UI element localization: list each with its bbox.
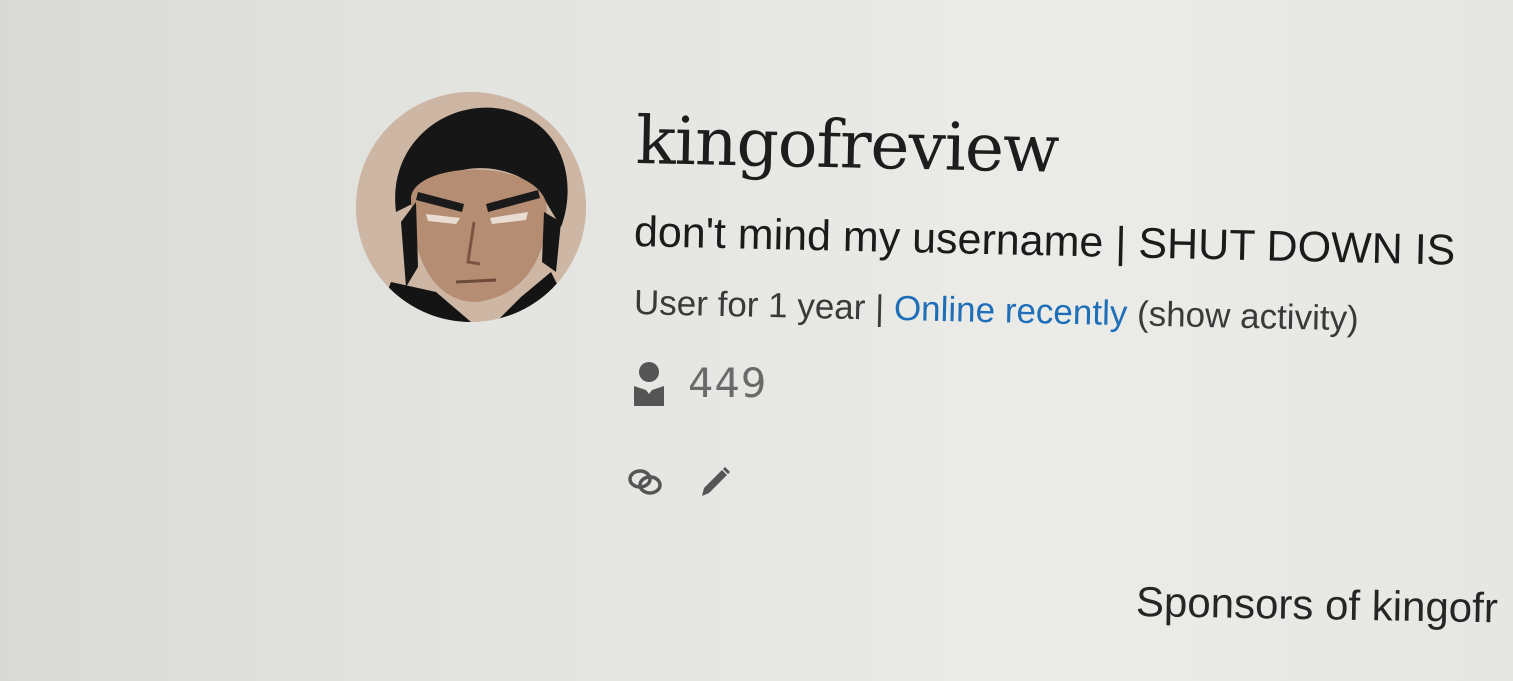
avatar[interactable] <box>356 92 586 322</box>
link-icon <box>628 469 662 495</box>
edit-profile-button[interactable] <box>694 462 734 502</box>
avatar-image <box>356 92 586 322</box>
person-icon <box>634 362 664 406</box>
meta-separator: | <box>864 288 895 328</box>
copy-link-button[interactable] <box>626 462 666 502</box>
profile-meta: User for 1 year | Online recently (show … <box>634 283 1360 339</box>
bio-text: don't mind my username | SHUT DOWN IS <box>633 208 1456 275</box>
pencil-icon <box>702 466 731 496</box>
followers-count[interactable]: 449 <box>632 360 767 408</box>
online-status-link[interactable]: Online recently <box>894 289 1128 333</box>
member-duration: User for 1 year <box>633 283 866 328</box>
followers-number: 449 <box>688 361 768 407</box>
profile-actions <box>626 462 734 502</box>
show-activity-link[interactable]: (show activity) <box>1127 294 1360 338</box>
profile-page: kingofreview don't mind my username | SH… <box>0 0 1513 681</box>
sponsors-heading: Sponsors of kingofr <box>1135 578 1499 632</box>
username: kingofreview <box>635 102 1060 188</box>
